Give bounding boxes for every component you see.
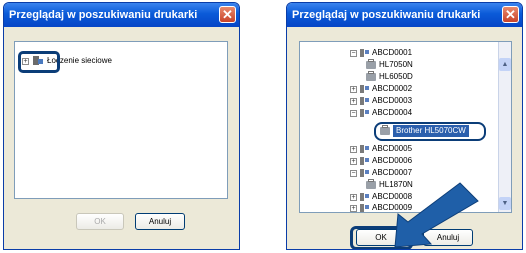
pointer-arrow-icon: [394, 182, 479, 248]
